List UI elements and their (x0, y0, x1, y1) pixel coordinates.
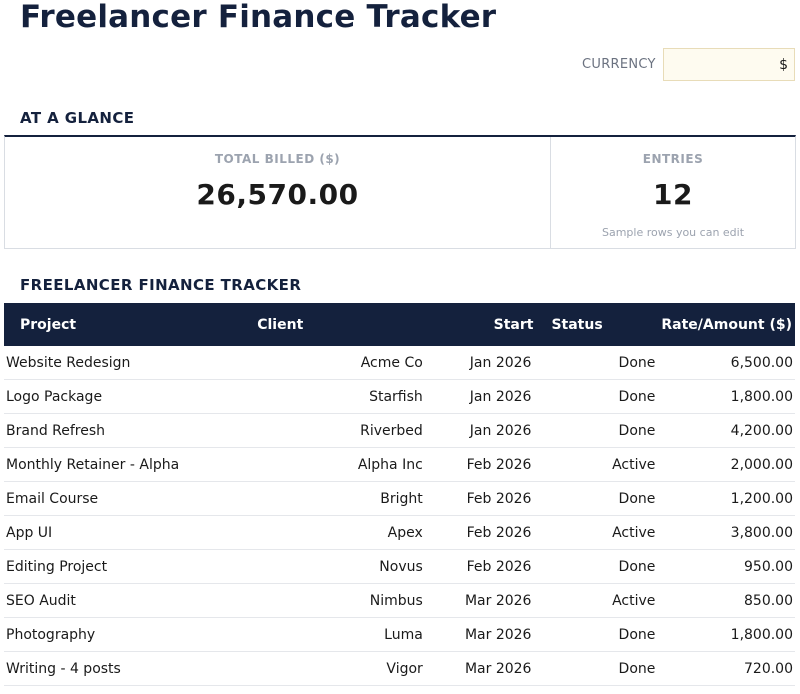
project-cell[interactable]: Monthly Retainer - Alpha (4, 447, 254, 482)
start-cell[interactable]: Jan 2026 (424, 413, 534, 448)
column-header-project[interactable]: Project (4, 303, 254, 346)
client-cell[interactable]: Bright (253, 481, 425, 516)
project-cell[interactable]: Brand Refresh (4, 413, 254, 448)
total-billed-label: TOTAL BILLED ($) (214, 152, 341, 166)
glance-panel: TOTAL BILLED ($) 26,570.00 ENTRIES 12 Sa… (4, 135, 796, 249)
status-cell[interactable]: Active (533, 583, 658, 618)
amount-cell[interactable]: 6,500.00 (657, 346, 795, 380)
start-cell[interactable]: Jan 2026 (424, 346, 534, 380)
client-cell[interactable]: Starfish (253, 379, 425, 414)
tracker-table: Project Client Start Status Rate/Amount … (4, 303, 795, 686)
table-row[interactable]: Brand Refresh Riverbed Jan 2026 Done 4,200.0… (4, 413, 795, 448)
project-cell[interactable]: SEO Audit (4, 583, 254, 618)
table-row[interactable]: Website Redesign Acme Co Jan 2026 Done 6,500… (4, 346, 795, 380)
amount-cell[interactable]: 4,200.00 (657, 413, 795, 448)
client-cell[interactable]: Luma (253, 617, 425, 652)
status-cell[interactable]: Done (533, 379, 658, 414)
amount-cell[interactable]: 720.00 (657, 651, 795, 686)
column-header-amount[interactable]: Rate/Amount ($) (657, 303, 795, 346)
client-cell[interactable]: Apex (253, 515, 425, 550)
project-cell[interactable]: Photography (4, 617, 254, 652)
table-row[interactable]: Writing - 4 posts Vigor Mar 2026 Done 720.00 (4, 651, 795, 686)
status-cell[interactable]: Done (533, 346, 658, 380)
start-cell[interactable]: Mar 2026 (424, 617, 534, 652)
amount-cell[interactable]: 950.00 (657, 549, 795, 584)
amount-cell[interactable]: 3,800.00 (657, 515, 795, 550)
total-billed-card: TOTAL BILLED ($) 26,570.00 (5, 137, 551, 248)
client-cell[interactable]: Riverbed (253, 413, 425, 448)
currency-label: CURRENCY (582, 57, 656, 72)
table-row[interactable]: Editing Project Novus Feb 2026 Done 950.00 (4, 549, 795, 584)
column-header-client[interactable]: Client (253, 303, 425, 346)
page-title: Freelancer Finance Tracker (20, 0, 497, 35)
start-cell[interactable]: Mar 2026 (424, 651, 534, 686)
amount-cell[interactable]: 1,800.00 (657, 617, 795, 652)
project-cell[interactable]: Logo Package (4, 379, 254, 414)
status-cell[interactable]: Done (533, 481, 658, 516)
project-cell[interactable]: Email Course (4, 481, 254, 516)
client-cell[interactable]: Novus (253, 549, 425, 584)
amount-cell[interactable]: 1,200.00 (657, 481, 795, 516)
start-cell[interactable]: Feb 2026 (424, 481, 534, 516)
table-header-row: Project Client Start Status Rate/Amount … (4, 303, 795, 346)
status-cell[interactable]: Done (533, 549, 658, 584)
table-row[interactable]: Logo Package Starfish Jan 2026 Done 1,800.00 (4, 379, 795, 414)
status-cell[interactable]: Active (533, 515, 658, 550)
column-header-status[interactable]: Status (533, 303, 658, 346)
start-cell[interactable]: Jan 2026 (424, 379, 534, 414)
total-billed-value: 26,570.00 (196, 178, 359, 211)
amount-cell[interactable]: 1,800.00 (657, 379, 795, 414)
start-cell[interactable]: Feb 2026 (424, 447, 534, 482)
start-cell[interactable]: Feb 2026 (424, 549, 534, 584)
table-row[interactable]: Email Course Bright Feb 2026 Done 1,200.00 (4, 481, 795, 516)
amount-cell[interactable]: 2,000.00 (657, 447, 795, 482)
glance-section-title: AT A GLANCE (20, 109, 135, 127)
start-cell[interactable]: Feb 2026 (424, 515, 534, 550)
table-body: Website Redesign Acme Co Jan 2026 Done 6,500… (4, 346, 795, 686)
status-cell[interactable]: Active (533, 447, 658, 482)
entries-label: ENTRIES (642, 152, 704, 166)
tracker-section-title: FREELANCER FINANCE TRACKER (20, 276, 302, 294)
client-cell[interactable]: Vigor (253, 651, 425, 686)
currency-input[interactable] (663, 48, 795, 81)
client-cell[interactable]: Nimbus (253, 583, 425, 618)
project-cell[interactable]: Editing Project (4, 549, 254, 584)
status-cell[interactable]: Done (533, 617, 658, 652)
project-cell[interactable]: Website Redesign (4, 346, 254, 380)
entries-value: 12 (653, 178, 693, 211)
column-header-start[interactable]: Start (424, 303, 534, 346)
status-cell[interactable]: Done (533, 413, 658, 448)
project-cell[interactable]: Writing - 4 posts (4, 651, 254, 686)
table-row[interactable]: SEO Audit Nimbus Mar 2026 Active 850.00 (4, 583, 795, 618)
status-cell[interactable]: Done (533, 651, 658, 686)
entries-card: ENTRIES 12 Sample rows you can edit (551, 137, 795, 248)
client-cell[interactable]: Acme Co (253, 346, 425, 380)
entries-note: Sample rows you can edit (601, 226, 745, 239)
table-row[interactable]: Monthly Retainer - Alpha Alpha Inc Feb 202… (4, 447, 795, 482)
table-row[interactable]: Photography Luma Mar 2026 Done 1,800.00 (4, 617, 795, 652)
project-cell[interactable]: App UI (4, 515, 254, 550)
client-cell[interactable]: Alpha Inc (253, 447, 425, 482)
table-row[interactable]: App UI Apex Feb 2026 Active 3,800.00 (4, 515, 795, 550)
start-cell[interactable]: Mar 2026 (424, 583, 534, 618)
amount-cell[interactable]: 850.00 (657, 583, 795, 618)
